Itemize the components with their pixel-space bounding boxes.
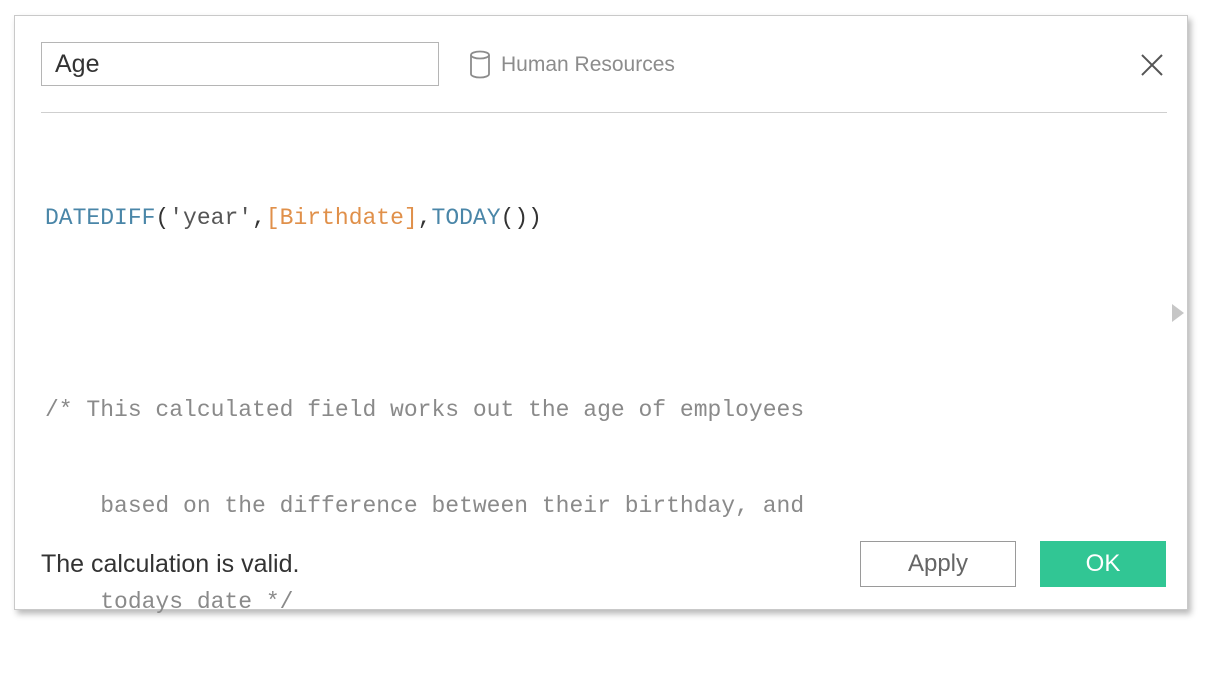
function-token: DATEDIFF bbox=[45, 205, 156, 231]
close-button[interactable] bbox=[1139, 52, 1165, 78]
string-token: 'year' bbox=[169, 205, 253, 231]
expand-panel-arrow-icon[interactable] bbox=[1172, 304, 1184, 322]
paren-token: ()) bbox=[500, 205, 542, 231]
comma-token: , bbox=[417, 205, 432, 231]
datasource-label: Human Resources bbox=[469, 50, 675, 80]
apply-button[interactable]: Apply bbox=[860, 541, 1016, 587]
calculation-dialog: Human Resources DATEDIFF('year',[Birthda… bbox=[14, 15, 1188, 615]
database-icon bbox=[469, 50, 491, 80]
datasource-name: Human Resources bbox=[501, 53, 675, 76]
comment-line: /* This calculated field works out the a… bbox=[45, 397, 805, 423]
ok-button[interactable]: OK bbox=[1040, 541, 1166, 587]
formula-line: DATEDIFF('year',[Birthdate],TODAY()) bbox=[45, 202, 1145, 234]
comment-line: based on the difference between their bi… bbox=[45, 493, 805, 519]
comma-token: , bbox=[252, 205, 266, 231]
formula-editor[interactable]: DATEDIFF('year',[Birthdate],TODAY()) /* … bbox=[45, 138, 1145, 615]
paren-token: ( bbox=[155, 205, 170, 231]
validation-status: The calculation is valid. bbox=[41, 550, 300, 578]
field-token: [Birthdate] bbox=[265, 205, 418, 231]
close-icon bbox=[1141, 54, 1163, 76]
function-token: TODAY bbox=[431, 205, 501, 231]
header-divider bbox=[41, 112, 1167, 113]
comment-line: todays date */ bbox=[45, 589, 294, 615]
calculation-name-input[interactable] bbox=[41, 42, 439, 86]
